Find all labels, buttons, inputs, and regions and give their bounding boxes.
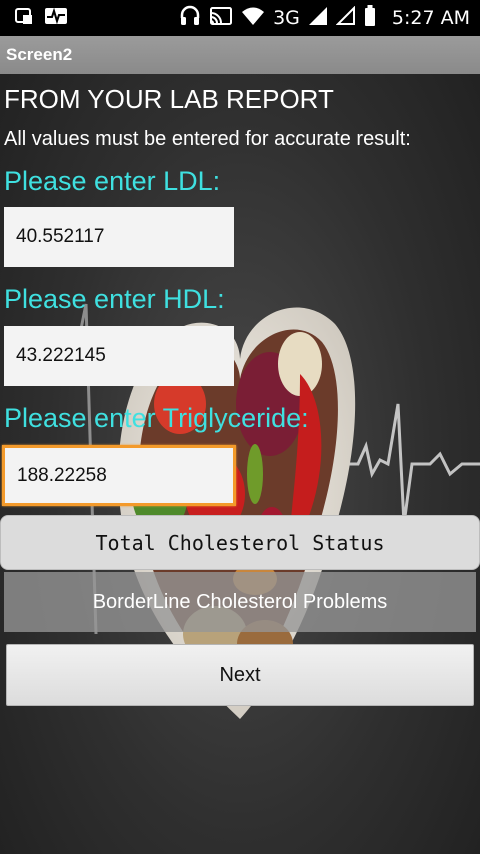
screen-title: Screen2 bbox=[6, 45, 73, 64]
cast-icon bbox=[209, 6, 233, 30]
total-cholesterol-status-button[interactable]: Total Cholesterol Status bbox=[0, 515, 480, 570]
hdl-input[interactable] bbox=[4, 326, 234, 386]
network-type-label: 3G bbox=[273, 7, 300, 29]
instructions-text: All values must be entered for accurate … bbox=[4, 128, 411, 150]
result-status-text: BorderLine Cholesterol Problems bbox=[4, 572, 476, 632]
triglyceride-input[interactable] bbox=[2, 445, 236, 506]
notification-icon bbox=[14, 6, 34, 30]
signal-empty-icon bbox=[335, 5, 356, 30]
page-heading: FROM YOUR LAB REPORT bbox=[4, 84, 334, 114]
next-button[interactable]: Next bbox=[6, 644, 474, 706]
clock-time: 5:27 AM bbox=[391, 7, 470, 29]
headset-icon bbox=[179, 5, 201, 31]
ldl-label: Please enter LDL: bbox=[4, 166, 221, 196]
title-bar: Screen2 bbox=[0, 36, 480, 74]
wifi-icon bbox=[241, 6, 265, 30]
signal-icon bbox=[308, 6, 328, 30]
ldl-input[interactable] bbox=[4, 207, 234, 267]
hdl-label: Please enter HDL: bbox=[4, 284, 225, 314]
triglyceride-label: Please enter Triglyceride: bbox=[4, 403, 309, 433]
battery-icon bbox=[364, 5, 376, 31]
status-bar: 3G 5:27 AM bbox=[0, 0, 480, 36]
activity-icon bbox=[44, 6, 68, 30]
